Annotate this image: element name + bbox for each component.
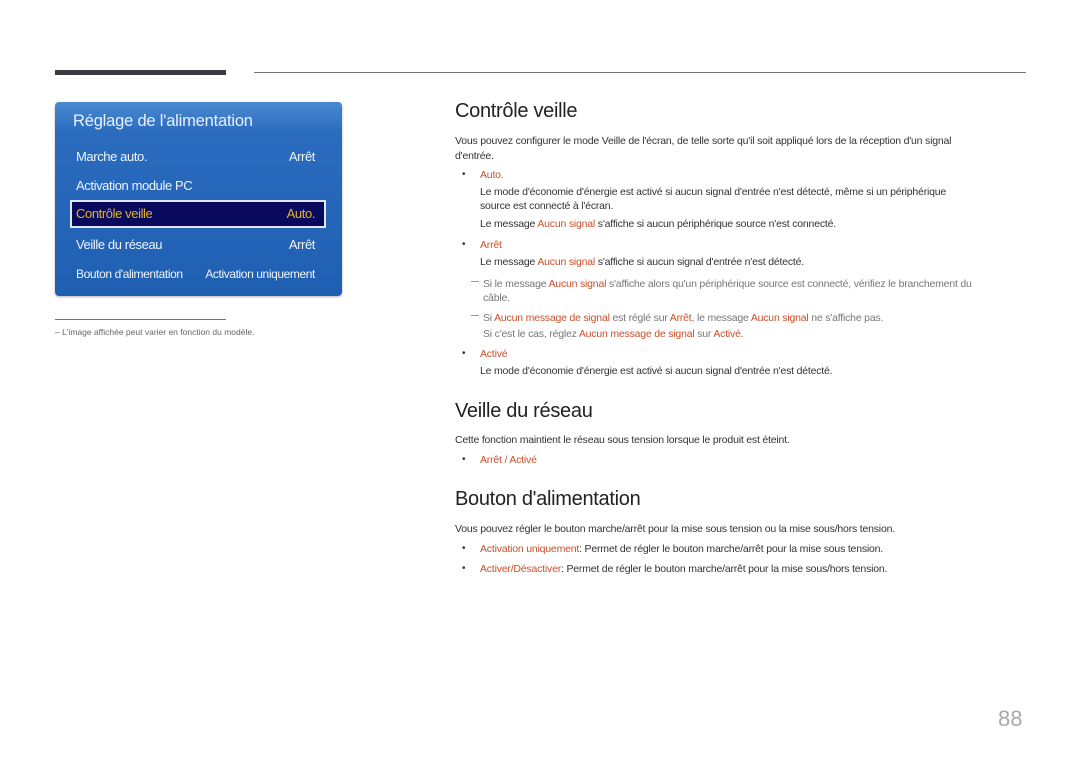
menu-item-label: Bouton d'alimentation — [76, 267, 183, 281]
menu-item-label: Activation module PC — [76, 178, 193, 193]
desc-line: Le message Aucun signal s'affiche si auc… — [480, 255, 804, 270]
menu-item-label: Veille du réseau — [76, 237, 163, 252]
text: sur — [694, 328, 714, 340]
highlight: Aucun signal — [548, 278, 607, 290]
text: . — [740, 328, 744, 340]
text: Si le message — [483, 278, 549, 290]
menu-item-value: Activation uniquement — [205, 267, 315, 281]
intro-line: Cette fonction maintient le réseau sous … — [455, 434, 790, 446]
desc-line: Le mode d'économie d'énergie est activé … — [480, 365, 833, 377]
option-arret: Arrêt — [480, 239, 502, 251]
menu-title: Réglage de l'alimentation — [73, 112, 253, 130]
bullet-icon: • — [462, 454, 466, 465]
text: ne s'affiche pas. — [808, 312, 884, 324]
power-settings-menu: Réglage de l'alimentation Marche auto. A… — [55, 102, 342, 296]
section-title-controle-veille: Contrôle veille — [455, 100, 578, 122]
text: est réglé sur — [609, 312, 670, 324]
highlight: Aucun signal — [537, 218, 596, 230]
menu-item-label: Contrôle veille — [76, 206, 153, 221]
option-arret: Arrêt — [480, 454, 502, 466]
bullet-icon: • — [462, 563, 466, 574]
highlight: Aucun message de signal — [494, 312, 610, 324]
text: Si — [483, 312, 495, 324]
menu-item-controle-veille[interactable]: Contrôle veille Auto. — [70, 200, 326, 228]
menu-item-marche-auto[interactable]: Marche auto. Arrêt — [71, 144, 326, 170]
options-line: Arrêt / Activé — [480, 453, 537, 468]
option-activation-uniquement: Activation uniquement — [480, 543, 580, 555]
bullet-icon: • — [462, 239, 466, 250]
note-dash — [471, 315, 479, 316]
text: s'affiche alors qu'un périphérique sourc… — [606, 278, 972, 290]
option-line: Activation uniquement: Permet de régler … — [480, 542, 883, 557]
menu-item-value: Auto. — [286, 206, 316, 221]
note-dash — [471, 281, 479, 282]
option-active: Activé — [480, 348, 508, 360]
footnote: – L'image affichée peut varier en foncti… — [55, 327, 255, 337]
note-line: câble. — [483, 292, 510, 304]
section-title-bouton-alimentation: Bouton d'alimentation — [455, 488, 641, 510]
desc-line: Le mode d'économie d'énergie est activé … — [480, 186, 947, 198]
intro-line: d'entrée. — [455, 150, 494, 162]
intro-line: Vous pouvez configurer le mode Veille de… — [455, 135, 952, 147]
highlight: Activé — [713, 328, 741, 340]
option-line: Activer/Désactiver: Permet de régler le … — [480, 562, 887, 577]
bullet-icon: • — [462, 543, 466, 554]
menu-item-value: Arrêt — [288, 149, 316, 164]
note-line: Si c'est le cas, réglez Aucun message de… — [483, 327, 744, 342]
header-bar-thick — [55, 70, 226, 75]
menu-item-label: Marche auto. — [76, 149, 148, 164]
header-rule — [254, 72, 1026, 73]
desc-line: Le message Aucun signal s'affiche si auc… — [480, 217, 836, 232]
highlight: Arrêt — [669, 312, 692, 324]
text: Si c'est le cas, réglez — [483, 328, 579, 340]
footnote-rule — [55, 319, 226, 320]
text: Le message — [480, 218, 538, 230]
text: : Permet de régler le bouton marche/arrê… — [579, 543, 884, 555]
bullet-icon: • — [462, 348, 466, 359]
text: , le message — [691, 312, 751, 324]
desc-line: source est connecté à l'écran. — [480, 200, 614, 212]
menu-item-activation-module-pc[interactable]: Activation module PC — [71, 173, 326, 199]
highlight: Aucun signal — [537, 256, 596, 268]
menu-item-value: Arrêt — [288, 237, 316, 252]
text: s'affiche si aucun périphérique source n… — [595, 218, 836, 230]
option-active: Activé — [509, 454, 537, 466]
text: : Permet de régler le bouton marche/arrê… — [561, 563, 888, 575]
highlight: Aucun message de signal — [578, 328, 695, 340]
text: Le message — [480, 256, 538, 268]
note-line: Si Aucun message de signal est réglé sur… — [483, 311, 883, 326]
highlight: Aucun signal — [750, 312, 809, 324]
section-title-veille-reseau: Veille du réseau — [455, 400, 593, 422]
option-auto: Auto. — [480, 169, 504, 181]
menu-item-bouton-alimentation[interactable]: Bouton d'alimentation Activation uniquem… — [71, 262, 326, 288]
page-number: 88 — [998, 706, 1023, 731]
note-line: Si le message Aucun signal s'affiche alo… — [483, 277, 972, 292]
option-activer-desactiver: Activer/Désactiver — [480, 563, 562, 575]
text: s'affiche si aucun signal d'entrée n'est… — [595, 256, 804, 268]
menu-item-veille-reseau[interactable]: Veille du réseau Arrêt — [71, 232, 326, 258]
bullet-icon: • — [462, 169, 466, 180]
intro-line: Vous pouvez régler le bouton marche/arrê… — [455, 523, 895, 535]
